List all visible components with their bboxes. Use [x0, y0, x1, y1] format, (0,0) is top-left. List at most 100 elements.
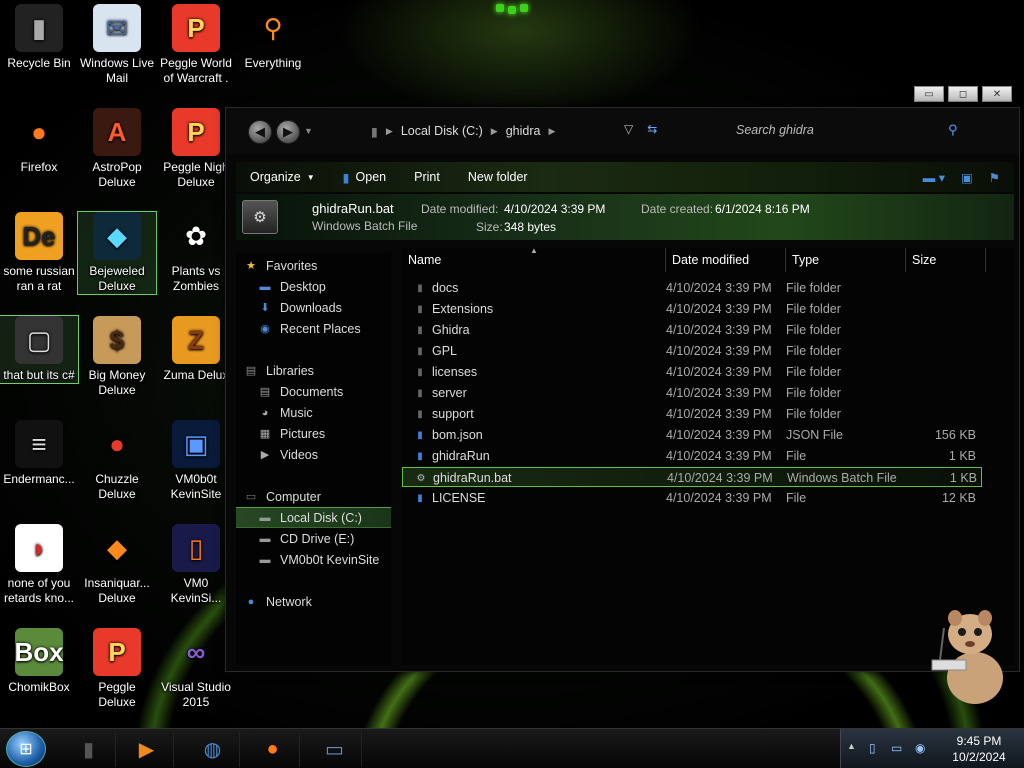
file-icon: ▮	[417, 429, 423, 441]
nav-documents[interactable]: ▤ Documents	[236, 381, 391, 402]
desktop-icon-11[interactable]: $ Big Money Deluxe	[78, 316, 156, 398]
taskbar-item-dark-window[interactable]: ▮	[62, 731, 116, 767]
nav-videos-label: Videos	[280, 447, 318, 462]
nav-videos[interactable]: ▶ Videos	[236, 444, 391, 465]
desktop-icon-14[interactable]: ● Chuzzle Deluxe	[78, 420, 156, 502]
desktop-icon-7[interactable]: De some russian ran a rat	[0, 212, 78, 294]
address-bar: ◀ ▶ ▼ ▮ ▶ Local Disk (C:) ▶ ghidra ▶ ▽ ⇆…	[226, 108, 1019, 154]
desktop-icon-16[interactable]: ◗ none of you retards kno...	[0, 524, 78, 606]
search-input[interactable]: Search ghidra	[726, 119, 971, 143]
taskbar-item-globe[interactable]: ◍	[186, 731, 240, 767]
file-row[interactable]: ▮ support 4/10/2024 3:39 PM File folder	[402, 404, 982, 424]
view-options-icon[interactable]: ▬ ▾	[923, 170, 945, 185]
desktop-icon-1[interactable]: ✉ Windows Live Mail	[78, 4, 156, 86]
nav-local-disk[interactable]: ▬ Local Disk (C:)	[236, 507, 391, 528]
taskbar-item-media-player[interactable]: ▶	[120, 731, 174, 767]
desktop-icon-21[interactable]: ∞ Visual Studio 2015	[157, 628, 235, 710]
breadcrumb-ghidra[interactable]: ghidra	[506, 124, 541, 138]
forward-button[interactable]: ▶	[276, 120, 300, 144]
address-dropdown-icon[interactable]: ▽	[624, 122, 633, 136]
column-header-size[interactable]: Size	[906, 248, 986, 272]
desktop-icon-13[interactable]: ≡ Endermanc...	[0, 420, 78, 487]
device-icon[interactable]: ▯	[869, 741, 876, 755]
print-button[interactable]: Print	[400, 162, 454, 192]
column-header-date[interactable]: Date modified	[666, 248, 786, 272]
desktop-icon-10[interactable]: ▢ that but its c#	[0, 315, 79, 384]
desktop-icon-17[interactable]: ◆ Insaniquar... Deluxe	[78, 524, 156, 606]
details-file-type: Windows Batch File	[312, 219, 418, 233]
preview-pane-icon[interactable]: ▣	[961, 170, 973, 185]
file-row[interactable]: ▮ bom.json 4/10/2024 3:39 PM JSON File 156 K…	[402, 425, 982, 445]
column-header-type[interactable]: Type	[786, 248, 906, 272]
desktop-icon-4[interactable]: ● Firefox	[0, 108, 78, 175]
nav-favorites[interactable]: ★ Favorites	[236, 255, 391, 276]
taskbar-item-firefox[interactable]: ●	[246, 731, 300, 767]
dragon-icon: ◗	[15, 524, 63, 572]
desktop-icon-label: Peggle Nigh Deluxe	[163, 160, 229, 189]
back-button[interactable]: ◀	[248, 120, 272, 144]
organize-button[interactable]: Organize ▼	[236, 162, 329, 192]
nav-recent-places[interactable]: ◉ Recent Places	[236, 318, 391, 339]
nav-pictures[interactable]: ▦ Pictures	[236, 423, 391, 444]
breadcrumb[interactable]: ▮ ▶ Local Disk (C:) ▶ ghidra ▶	[371, 119, 661, 143]
nav-desktop[interactable]: ▬ Desktop	[236, 276, 391, 297]
volume-icon[interactable]: ◉	[915, 741, 925, 755]
recent-pages-chevron-icon[interactable]: ▼	[304, 126, 313, 136]
maximize-button[interactable]: ◻	[948, 86, 978, 102]
file-row[interactable]: ▮ LICENSE 4/10/2024 3:39 PM File 12 KB	[402, 488, 982, 508]
desktop-icon-label: Chuzzle Deluxe	[95, 472, 139, 501]
downloads-icon: ⬇	[260, 302, 270, 314]
search-magnifier-icon: ⚲	[263, 12, 283, 43]
nav-computer[interactable]: ▭ Computer	[236, 486, 391, 507]
open-button[interactable]: ▮ Open	[329, 162, 400, 192]
desktop-icon-12[interactable]: Z Zuma Delux	[157, 316, 235, 383]
file-name: GPL	[432, 344, 458, 358]
file-row[interactable]: ▮ ghidraRun 4/10/2024 3:39 PM File 1 KB	[402, 446, 982, 466]
taskbar-item-explorer[interactable]: ▭	[308, 731, 362, 767]
file-row[interactable]: ▮ Ghidra 4/10/2024 3:39 PM File folder	[402, 320, 982, 340]
size-value: 348 bytes	[504, 220, 557, 234]
minimize-button[interactable]: ▭	[914, 86, 944, 102]
desktop-icon-0[interactable]: ▮ Recycle Bin	[0, 4, 78, 71]
breadcrumb-separator-icon: ▶	[385, 125, 393, 136]
desktop-icon-19[interactable]: Box ChomikBox	[0, 628, 78, 695]
file-row[interactable]: ▮ server 4/10/2024 3:39 PM File folder	[402, 383, 982, 403]
desktop-icon-8[interactable]: ◆ Bejeweled Deluxe	[77, 211, 157, 295]
desktop-icon-5[interactable]: A AstroPop Deluxe	[78, 108, 156, 190]
nav-music[interactable]: ◕ Music	[236, 402, 391, 423]
file-row[interactable]: ▮ GPL 4/10/2024 3:39 PM File folder	[402, 341, 982, 361]
desktop-icon-9[interactable]: ✿ Plants vs Zombies	[157, 212, 235, 294]
clock[interactable]: 9:45 PM 10/2/2024	[939, 733, 1019, 765]
desktop-icon-15[interactable]: ▣ VM0b0t KevinSite	[157, 420, 235, 502]
desktop-icon-2[interactable]: P Peggle World of Warcraft .	[157, 4, 235, 86]
column-header-name[interactable]: Name	[402, 248, 666, 272]
nav-cd-drive[interactable]: ▬ CD Drive (E:)	[236, 528, 391, 549]
close-button[interactable]: ✕	[982, 86, 1012, 102]
pictures-icon: ▦	[259, 428, 271, 440]
desktop-icon-20[interactable]: P Peggle Deluxe	[78, 628, 156, 710]
help-icon[interactable]: ⚑	[989, 170, 1000, 185]
refresh-icon[interactable]: ⇆	[647, 122, 657, 136]
desktop-icon-3[interactable]: ⚲ Everything	[234, 4, 312, 71]
nav-network[interactable]: ● Network	[236, 591, 391, 612]
file-row[interactable]: ▮ Extensions 4/10/2024 3:39 PM File folder	[402, 299, 982, 319]
nav-downloads[interactable]: ⬇ Downloads	[236, 297, 391, 318]
file-type: File folder	[786, 281, 841, 295]
new-folder-button[interactable]: New folder	[454, 162, 542, 192]
file-row[interactable]: ▮ licenses 4/10/2024 3:39 PM File folder	[402, 362, 982, 382]
show-hidden-icons-icon[interactable]: ▲	[847, 741, 856, 751]
peggle-icon: P	[172, 4, 220, 52]
videos-icon: ▶	[260, 449, 270, 461]
breadcrumb-local-disk[interactable]: Local Disk (C:)	[401, 124, 483, 138]
file-row[interactable]: ⚙ ghidraRun.bat 4/10/2024 3:39 PM Windows B…	[402, 467, 982, 487]
nav-libraries[interactable]: ▤ Libraries	[236, 360, 391, 381]
desktop-icon-6[interactable]: P Peggle Nigh Deluxe	[157, 108, 235, 190]
desktop-icon-label: AstroPop Deluxe	[92, 160, 142, 189]
file-row[interactable]: ▮ docs 4/10/2024 3:39 PM File folder	[402, 278, 982, 298]
search-icon[interactable]: ⚲	[948, 122, 958, 138]
nav-vm-share[interactable]: ▬ VM0b0t KevinSite	[236, 549, 391, 570]
start-button[interactable]: ⊞	[6, 731, 46, 767]
monitor-icon[interactable]: ▭	[891, 741, 902, 755]
desktop-icon-18[interactable]: ▯ VM0 KevinSi...	[157, 524, 235, 606]
desktop-icon-label: Zuma Delux	[163, 368, 229, 382]
